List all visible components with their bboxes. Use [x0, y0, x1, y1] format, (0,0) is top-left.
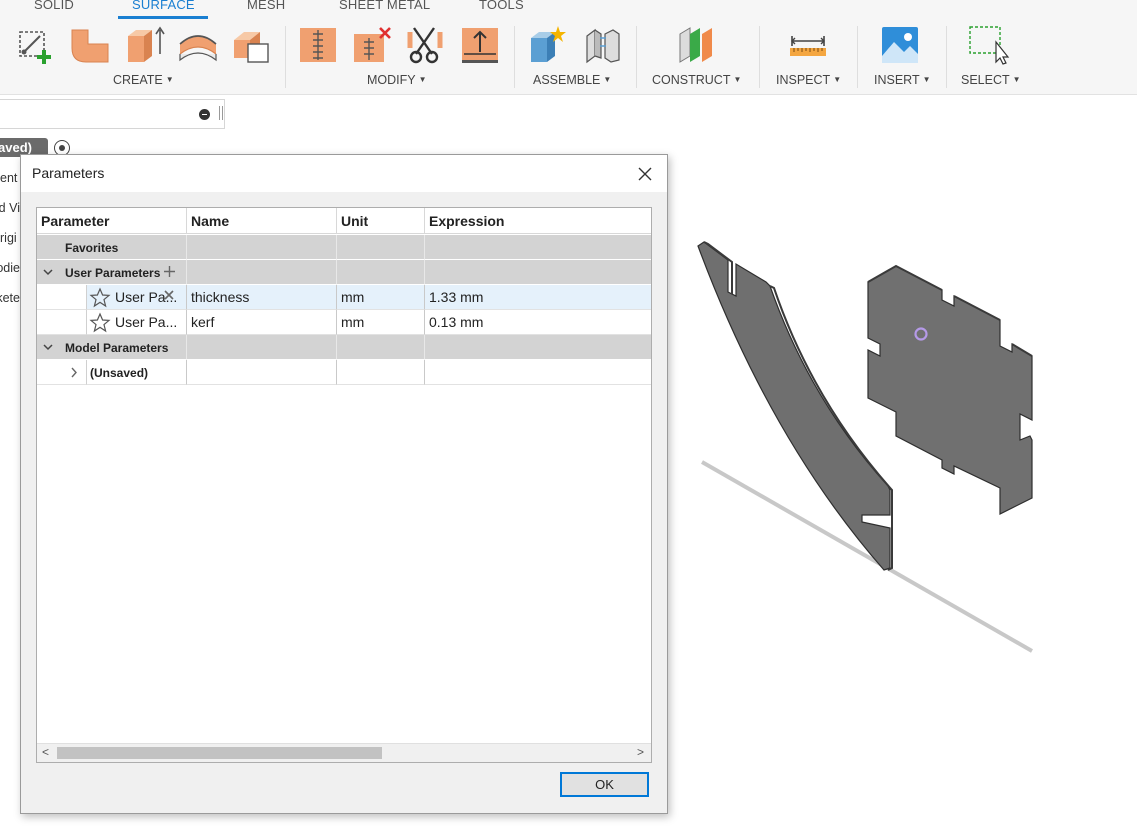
tab-mesh[interactable]: MESH: [247, 0, 285, 12]
construct-label: CONSTRUCT: [652, 73, 731, 87]
column-header-name[interactable]: Name: [187, 208, 337, 234]
parameter-row-kerf[interactable]: User Pa... kerf mm 0.13 mm: [37, 310, 651, 335]
favorite-star-icon[interactable]: [89, 287, 111, 308]
browser-item[interactable]: odie: [0, 261, 20, 275]
trim-icon[interactable]: [404, 24, 448, 66]
create-menu[interactable]: CREATE ▼: [113, 73, 174, 87]
caret-down-icon: ▼: [922, 75, 931, 84]
tab-surface[interactable]: SURFACE: [132, 0, 195, 12]
construct-menu[interactable]: CONSTRUCT ▼: [652, 73, 741, 87]
select-label: SELECT: [961, 73, 1010, 87]
collapse-icon[interactable]: [199, 109, 210, 120]
cross-plate-part[interactable]: [867, 264, 1033, 515]
scroll-left-icon[interactable]: <: [42, 745, 49, 759]
column-header-expression[interactable]: Expression: [425, 208, 651, 234]
caret-down-icon: ▼: [603, 75, 612, 84]
toolbar: SOLID SURFACE MESH SHEET METAL TOOLS CRE…: [0, 0, 1137, 95]
dialog-titlebar[interactable]: Parameters: [21, 155, 667, 192]
delete-parameter-icon[interactable]: [163, 289, 175, 301]
offset-plane-icon[interactable]: [674, 24, 718, 66]
caret-down-icon: ▼: [1012, 75, 1021, 84]
browser-item[interactable]: d Vi: [0, 201, 20, 215]
inspect-label: INSPECT: [776, 73, 831, 87]
browser-item[interactable]: rigi: [0, 231, 20, 245]
unstitch-icon[interactable]: [350, 24, 394, 66]
tab-tools[interactable]: TOOLS: [479, 0, 524, 12]
parameter-unit[interactable]: mm: [337, 310, 425, 335]
model-viewport[interactable]: [680, 230, 1060, 660]
assemble-menu[interactable]: ASSEMBLE ▼: [533, 73, 611, 87]
chevron-right-icon[interactable]: [67, 360, 81, 385]
browser-item[interactable]: kete: [0, 291, 20, 305]
favorites-label: Favorites: [65, 241, 119, 255]
add-parameter-icon[interactable]: [163, 265, 176, 278]
toolbar-separator: [636, 26, 637, 88]
sketch-icon[interactable]: [14, 24, 58, 66]
parameters-table: Parameter Name Unit Expression Favorites…: [36, 207, 652, 763]
model-component-row[interactable]: (Unsaved): [37, 360, 651, 385]
caret-down-icon: ▼: [165, 75, 174, 84]
insert-image-icon[interactable]: [878, 24, 922, 66]
parameter-expression[interactable]: 1.33 mm: [425, 285, 651, 310]
toolbar-separator: [857, 26, 858, 88]
group-row-model-parameters[interactable]: Model Parameters: [37, 335, 651, 360]
parameter-name[interactable]: thickness: [187, 285, 337, 310]
select-menu[interactable]: SELECT ▼: [961, 73, 1021, 87]
dialog-title: Parameters: [32, 165, 105, 181]
loft-icon[interactable]: [176, 24, 220, 66]
create-label: CREATE: [113, 73, 163, 87]
parameter-row-thickness[interactable]: User Pa... thickness mm 1.33 mm: [37, 285, 651, 310]
parameter-expression[interactable]: 0.13 mm: [425, 310, 651, 335]
caret-down-icon: ▼: [833, 75, 842, 84]
group-row-favorites[interactable]: Favorites: [37, 235, 651, 260]
group-row-user-parameters[interactable]: User Parameters: [37, 260, 651, 285]
favorite-star-icon[interactable]: [89, 312, 111, 333]
toolbar-separator: [514, 26, 515, 88]
new-component-icon[interactable]: [525, 24, 569, 66]
thicken-icon[interactable]: [458, 24, 502, 66]
horizontal-scrollbar[interactable]: < >: [37, 743, 651, 762]
column-header-unit[interactable]: Unit: [337, 208, 425, 234]
panel-grip-icon[interactable]: [219, 106, 223, 120]
toolbar-separator: [759, 26, 760, 88]
parameters-dialog: Parameters Parameter Name Unit Expressio…: [20, 154, 668, 814]
parameter-name[interactable]: kerf: [187, 310, 337, 335]
column-header-parameter[interactable]: Parameter: [37, 208, 187, 234]
scrollbar-thumb[interactable]: [57, 747, 382, 759]
browser-header: [0, 99, 225, 129]
caret-down-icon: ▼: [733, 75, 742, 84]
tab-solid[interactable]: SOLID: [34, 0, 74, 12]
extrude-icon[interactable]: [68, 24, 112, 66]
tab-sheet-metal[interactable]: SHEET METAL: [339, 0, 430, 12]
offset-surface-icon[interactable]: [230, 24, 274, 66]
browser-item[interactable]: ent: [0, 171, 20, 185]
curved-rib-part[interactable]: [697, 241, 893, 571]
insert-label: INSERT: [874, 73, 920, 87]
toolbar-separator: [946, 26, 947, 88]
measure-icon[interactable]: [786, 24, 830, 66]
user-parameters-label: User Parameters: [65, 266, 161, 280]
joint-icon[interactable]: [579, 24, 623, 66]
parameter-unit[interactable]: mm: [337, 285, 425, 310]
assemble-label: ASSEMBLE: [533, 73, 601, 87]
modify-menu[interactable]: MODIFY ▼: [367, 73, 427, 87]
close-icon[interactable]: [634, 163, 656, 185]
inspect-menu[interactable]: INSPECT ▼: [776, 73, 841, 87]
ok-button[interactable]: OK: [560, 772, 649, 797]
patch-icon[interactable]: [122, 24, 166, 66]
select-icon[interactable]: [966, 24, 1010, 66]
modify-label: MODIFY: [367, 73, 416, 87]
model-component-label: (Unsaved): [90, 366, 149, 380]
caret-down-icon: ▼: [418, 75, 427, 84]
model-parameters-label: Model Parameters: [65, 341, 169, 355]
insert-menu[interactable]: INSERT ▼: [874, 73, 931, 87]
active-tab-indicator: [118, 16, 208, 19]
scroll-right-icon[interactable]: >: [637, 745, 644, 759]
toolbar-separator: [285, 26, 286, 88]
stitch-icon[interactable]: [296, 24, 340, 66]
